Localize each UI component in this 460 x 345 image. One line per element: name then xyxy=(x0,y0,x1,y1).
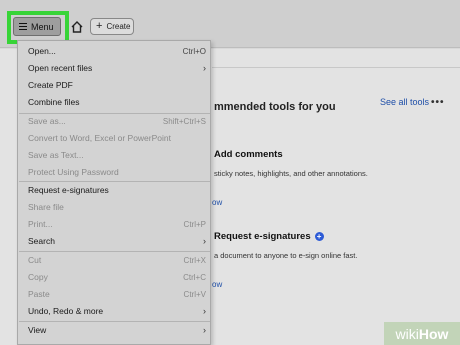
recommended-title: mmended tools for you xyxy=(214,101,336,113)
menu-separator xyxy=(19,321,210,322)
tool-title-label: Add comments xyxy=(214,149,283,160)
menu-item-copy[interactable]: Copy Ctrl+C xyxy=(28,270,206,284)
menu-item-label: Create PDF xyxy=(28,80,73,90)
menu-item-label: Print... xyxy=(28,219,53,229)
chevron-right-icon: › xyxy=(203,325,206,335)
menu-item-label: Convert to Word, Excel or PowerPoint xyxy=(28,133,171,143)
menu-item-label: Share file xyxy=(28,202,64,212)
menu-item-label: Cut xyxy=(28,255,42,265)
menu-item-shortcut: Ctrl+P xyxy=(183,219,206,229)
menu-item-open-recent[interactable]: Open recent files › xyxy=(28,61,206,75)
menu-item-label: Undo, Redo & more xyxy=(28,306,104,316)
create-button[interactable]: + Create xyxy=(90,18,134,35)
menu-item-convert[interactable]: Convert to Word, Excel or PowerPoint xyxy=(28,131,206,145)
hamburger-icon xyxy=(19,22,27,31)
tool-link-add-comments[interactable]: ow xyxy=(212,198,222,207)
menu-item-label: Open recent files xyxy=(28,63,93,73)
menu-item-label: Copy xyxy=(28,272,48,282)
menu-button-label: Menu xyxy=(31,21,54,32)
home-icon[interactable] xyxy=(70,20,84,34)
see-all-tools-link[interactable]: See all tools xyxy=(380,97,429,107)
menu-separator xyxy=(19,251,210,252)
divider xyxy=(212,67,460,68)
create-button-label: Create xyxy=(106,22,131,31)
menu-item-protect-password[interactable]: Protect Using Password xyxy=(28,165,206,179)
menu-item-shortcut: Ctrl+V xyxy=(183,289,206,299)
menu-item-shortcut: Shift+Ctrl+S xyxy=(162,116,206,126)
menu-item-open[interactable]: Open... Ctrl+O xyxy=(28,44,206,58)
menu-item-save-as[interactable]: Save as... Shift+Ctrl+S xyxy=(28,114,206,128)
watermark-part2: How xyxy=(418,325,449,342)
menu-item-combine-files[interactable]: Combine files xyxy=(28,95,206,109)
menu-item-label: Paste xyxy=(28,289,50,299)
menu-button[interactable]: Menu xyxy=(13,17,61,36)
chevron-right-icon: › xyxy=(203,63,206,73)
menu-item-view[interactable]: View › xyxy=(28,323,206,337)
menu-item-label: Open... xyxy=(28,46,56,56)
menu-separator xyxy=(19,181,210,182)
menu-item-print[interactable]: Print... Ctrl+P xyxy=(28,217,206,231)
menu-item-paste[interactable]: Paste Ctrl+V xyxy=(28,287,206,301)
menu-item-shortcut: Ctrl+C xyxy=(183,272,206,282)
menu-item-label: Request e-signatures xyxy=(28,185,109,195)
chevron-right-icon: › xyxy=(203,306,206,316)
tool-title-add-comments: Add comments xyxy=(214,149,283,160)
tool-title-request-esignatures: Request e-signatures + xyxy=(214,231,324,242)
menu-item-label: View xyxy=(28,325,47,335)
watermark-part1: wiki xyxy=(395,325,419,342)
tool-desc-add-comments: sticky notes, highlights, and other anno… xyxy=(214,169,368,178)
tool-desc-request-esignatures: a document to anyone to e-sign online fa… xyxy=(214,251,358,260)
tool-link-request-esignatures[interactable]: ow xyxy=(212,280,222,289)
menu-item-share-file[interactable]: Share file xyxy=(28,200,206,214)
menu-item-search[interactable]: Search › xyxy=(28,234,206,248)
menu-dropdown: Open... Ctrl+O Open recent files › Creat… xyxy=(17,40,211,345)
more-options-icon[interactable]: ••• xyxy=(431,97,445,108)
wikihow-watermark: wiki How xyxy=(384,322,460,345)
menu-item-shortcut: Ctrl+X xyxy=(183,255,206,265)
menu-item-request-esignatures[interactable]: Request e-signatures xyxy=(28,183,206,197)
menu-item-save-as-text[interactable]: Save as Text... xyxy=(28,148,206,162)
menu-item-label: Save as... xyxy=(28,116,66,126)
menu-item-undo-redo[interactable]: Undo, Redo & more › xyxy=(28,304,206,318)
menu-item-label: Protect Using Password xyxy=(28,167,119,177)
menu-item-cut[interactable]: Cut Ctrl+X xyxy=(28,253,206,267)
menu-item-label: Save as Text... xyxy=(28,150,84,160)
tool-title-label: Request e-signatures xyxy=(214,231,311,242)
menu-item-label: Search xyxy=(28,236,55,246)
plus-badge-icon: + xyxy=(314,232,324,241)
plus-icon: + xyxy=(96,20,103,32)
menu-item-create-pdf[interactable]: Create PDF xyxy=(28,78,206,92)
menu-item-shortcut: Ctrl+O xyxy=(182,46,206,56)
chevron-right-icon: › xyxy=(203,236,206,246)
menu-item-label: Combine files xyxy=(28,97,80,107)
